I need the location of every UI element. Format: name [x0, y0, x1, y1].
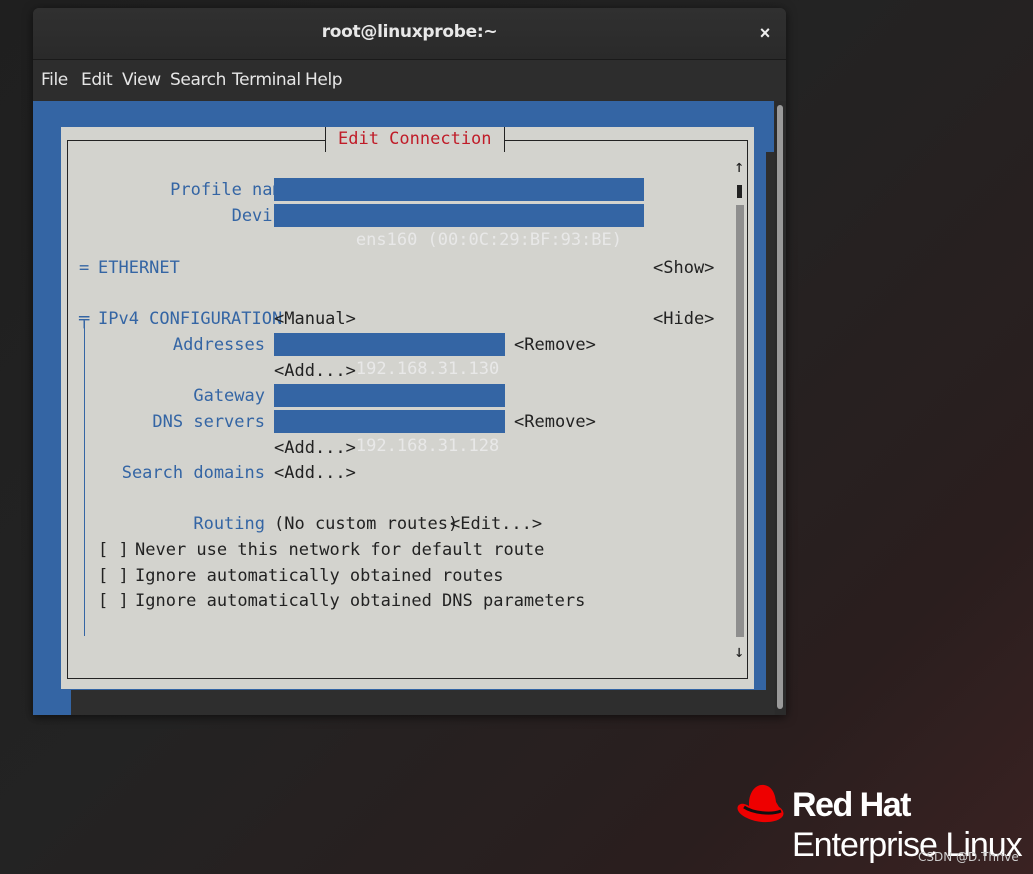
gateway-input[interactable]: [274, 384, 505, 408]
dns-input[interactable]: 192.168.31.128: [274, 410, 505, 456]
ethernet-show-button[interactable]: <Show>: [653, 258, 714, 278]
title-bar[interactable]: root@linuxprobe:~ ×: [33, 8, 786, 60]
device-value: ens160 (00:0C:29:BF:93:BE): [355, 230, 622, 250]
terminal-window: root@linuxprobe:~ × File Edit View Searc…: [33, 8, 786, 715]
menu-terminal[interactable]: Terminal: [232, 70, 301, 90]
menu-help[interactable]: Help: [305, 70, 343, 90]
scroll-thumb-top: [737, 185, 742, 198]
dns-underline: [274, 433, 505, 434]
ipv4-method-dropdown[interactable]: <Manual>: [274, 309, 356, 329]
window-scrollbar[interactable]: [775, 101, 786, 715]
menu-search[interactable]: Search: [170, 70, 226, 90]
routing-value: (No custom routes): [274, 514, 459, 534]
close-icon[interactable]: ×: [752, 20, 778, 46]
address-value: 192.168.31.130: [355, 359, 500, 379]
window-scrollbar-thumb[interactable]: [777, 105, 783, 709]
ipv4-hide-button[interactable]: <Hide>: [653, 309, 714, 329]
checkbox-ignore-routes[interactable]: [ ]: [98, 566, 129, 586]
address-input[interactable]: 192.168.31.130: [274, 333, 505, 379]
ethernet-marker: =: [79, 258, 90, 278]
profile-name-input[interactable]: ens160: [274, 178, 644, 224]
menu-bar: File Edit View Search Terminal Help: [33, 60, 786, 100]
scroll-down-icon[interactable]: ↓: [734, 642, 744, 662]
gateway-label: Gateway: [193, 386, 265, 406]
checkbox-ignore-dns-label: Ignore automatically obtained DNS parame…: [135, 591, 586, 611]
checkbox-ignore-dns[interactable]: [ ]: [98, 591, 129, 611]
gateway-underline: [274, 407, 505, 408]
edit-connection-dialog: Edit Connection ↑ ↓ Profile name ens160 …: [61, 127, 754, 689]
checkbox-default-route[interactable]: [ ]: [98, 540, 129, 560]
dns-value: 192.168.31.128: [355, 436, 500, 456]
inner-scrollbar[interactable]: [736, 205, 744, 637]
window-title: root@linuxprobe:~: [321, 22, 498, 42]
routing-label: Routing: [193, 514, 265, 534]
dns-servers-label: DNS servers: [152, 412, 265, 432]
address-remove-button[interactable]: <Remove>: [514, 335, 596, 355]
search-domains-label: Search domains: [121, 463, 265, 483]
menu-view[interactable]: View: [122, 70, 161, 90]
routing-edit-button[interactable]: <Edit...>: [450, 514, 542, 534]
csdn-watermark: CSDN @D.Thrive: [918, 850, 1019, 864]
device-input[interactable]: ens160 (00:0C:29:BF:93:BE): [274, 204, 644, 250]
redhat-hat-icon: [737, 784, 784, 823]
address-add-button[interactable]: <Add...>: [274, 361, 356, 381]
menu-edit[interactable]: Edit: [81, 70, 113, 90]
ipv4-section-label: IPv4 CONFIGURATION: [98, 309, 283, 329]
menu-file[interactable]: File: [41, 70, 68, 90]
address-underline: [274, 356, 505, 357]
device-label: Device: [231, 206, 293, 226]
terminal-shadow-bottom: [71, 690, 766, 715]
addresses-label: Addresses: [172, 335, 265, 355]
dns-remove-button[interactable]: <Remove>: [514, 412, 596, 432]
dns-add-button[interactable]: <Add...>: [274, 438, 356, 458]
profile-name-underline: [274, 201, 644, 202]
search-domains-add-button[interactable]: <Add...>: [274, 463, 356, 483]
checkbox-default-route-label: Never use this network for default route: [135, 540, 545, 560]
ethernet-section-label: ETHERNET: [98, 258, 180, 278]
profile-name-label: Profile name: [170, 180, 293, 200]
scroll-up-icon[interactable]: ↑: [734, 157, 744, 177]
device-underline: [274, 227, 644, 228]
checkbox-ignore-routes-label: Ignore automatically obtained routes: [135, 566, 504, 586]
redhat-wordmark: Red Hat: [792, 786, 911, 824]
terminal-area[interactable]: Edit Connection ↑ ↓ Profile name ens160 …: [33, 101, 774, 715]
dialog-title: Edit Connection: [325, 127, 505, 152]
terminal-shadow: [766, 152, 774, 715]
